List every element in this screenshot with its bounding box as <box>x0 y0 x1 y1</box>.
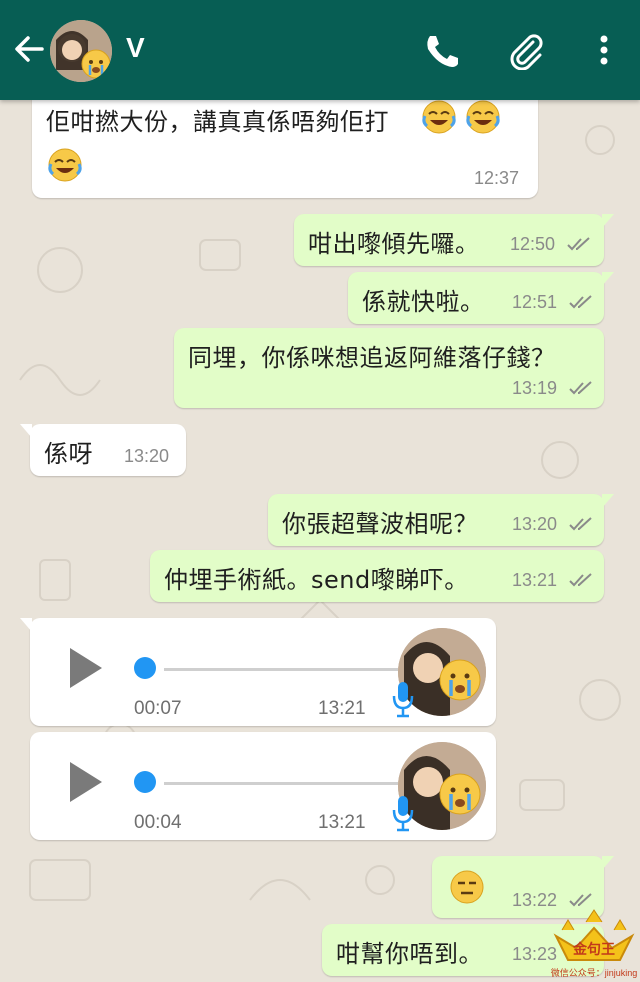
message-incoming[interactable]: 係呀 13:20 <box>20 424 186 476</box>
read-receipt-icon <box>569 381 592 395</box>
message-time: 13:21 <box>318 698 366 719</box>
voice-duration: 00:07 <box>134 698 182 719</box>
message-time: 13:21 <box>318 812 366 833</box>
message-time: 13:20 <box>512 514 558 534</box>
message-text: 咁出嚟傾先囉。 <box>308 230 480 258</box>
message-time: 13:20 <box>124 446 170 466</box>
play-icon[interactable] <box>66 760 106 804</box>
read-receipt-icon <box>569 517 592 531</box>
mic-icon <box>392 682 414 718</box>
watermark-subtext: 微信公众号：jinjuking <box>550 968 638 978</box>
expressionless-face-icon <box>450 870 484 904</box>
message-time: 12:37 <box>474 168 520 188</box>
play-icon[interactable] <box>66 646 106 690</box>
voice-duration: 00:04 <box>134 812 182 833</box>
message-incoming[interactable]: 佢咁撚大份，講真真係唔夠佢打 12:37 <box>32 90 538 198</box>
voice-message[interactable]: 00:07 13:21 <box>20 618 496 726</box>
face-with-tears-of-joy-icon <box>48 148 82 182</box>
message-outgoing[interactable]: 咁出嚟傾先囉。 12:50 <box>294 214 614 266</box>
message-outgoing[interactable]: 你張超聲波相呢？ 13:20 <box>268 494 614 546</box>
message-text: 係呀 <box>44 440 93 468</box>
voice-progress-knob[interactable] <box>134 771 156 793</box>
message-text: 咁幫你唔到。 <box>336 940 483 968</box>
voice-progress-track[interactable] <box>164 782 398 785</box>
voice-progress-track[interactable] <box>164 668 398 671</box>
contact-name[interactable]: V <box>126 32 145 64</box>
message-time: 13:21 <box>512 570 558 590</box>
paperclip-icon[interactable] <box>505 30 545 70</box>
voice-progress-knob[interactable] <box>134 657 156 679</box>
message-time: 13:19 <box>512 378 558 398</box>
message-outgoing[interactable]: 同埋，你係咪想追返阿維落仔錢？ 13:19 <box>174 328 604 408</box>
message-text: 你張超聲波相呢？ <box>282 510 478 538</box>
read-receipt-icon <box>567 237 590 251</box>
voice-message[interactable]: 00:04 13:21 <box>30 732 496 840</box>
more-vert-icon[interactable] <box>584 30 624 70</box>
face-with-tears-of-joy-icon <box>466 100 500 134</box>
mic-icon <box>392 796 414 832</box>
message-outgoing[interactable]: 仲埋手術紙。send嚟睇吓。 13:21 <box>150 550 604 602</box>
message-text: 同埋，你係咪想追返阿維落仔錢？ <box>188 344 556 372</box>
arrow-left-icon[interactable] <box>12 32 46 66</box>
read-receipt-icon <box>569 295 592 309</box>
message-outgoing[interactable]: 係就快啦。 12:51 <box>348 272 614 324</box>
message-text: 佢咁撚大份，講真真係唔夠佢打 <box>46 108 389 136</box>
phone-icon[interactable] <box>420 30 460 70</box>
message-text: 仲埋手術紙。send嚟睇吓。 <box>164 566 469 594</box>
read-receipt-icon <box>569 893 592 907</box>
message-time: 12:51 <box>512 292 558 312</box>
svg-text:金句王: 金句王 <box>572 941 615 958</box>
read-receipt-icon <box>569 573 592 587</box>
message-text: 係就快啦。 <box>362 288 485 316</box>
watermark-logo: 金句王 微信公众号：jinjuking <box>548 908 640 982</box>
message-time: 12:50 <box>510 234 556 254</box>
chat-header: V <box>0 0 640 100</box>
contact-avatar[interactable] <box>50 20 112 82</box>
face-with-tears-of-joy-icon <box>422 100 456 134</box>
